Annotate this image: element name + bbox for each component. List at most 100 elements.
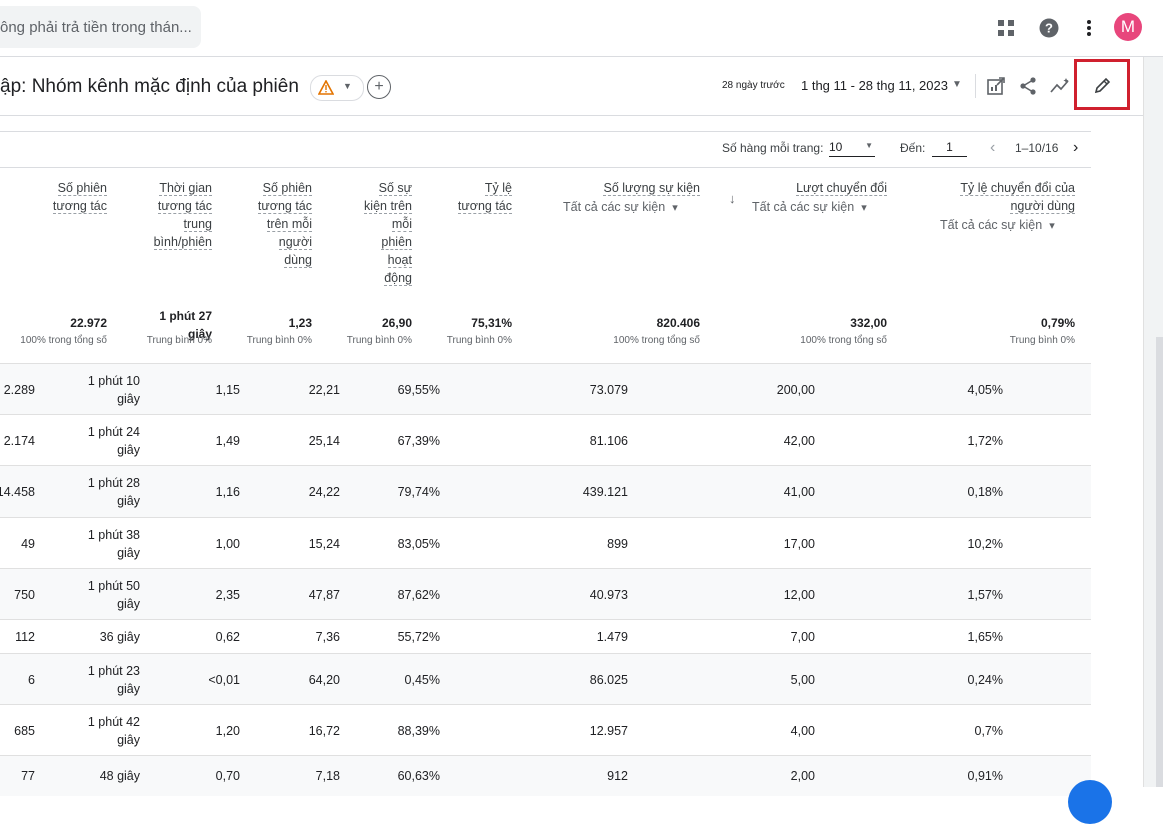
total-value: 26,90 bbox=[381, 316, 412, 330]
table-cell: 83,05% bbox=[397, 537, 440, 551]
column-header[interactable]: Tỷ lệ tương tác bbox=[457, 179, 512, 215]
table-row[interactable]: 6 1 phút 23 giây <0,01 64,20 0,45% 86.025 5,00 0… bbox=[0, 653, 1091, 705]
date-dropdown-icon[interactable]: ▼ bbox=[952, 79, 962, 90]
event-filter-dropdown[interactable]: Tất cả các sự kiện ▾ bbox=[563, 200, 678, 214]
table-cell: 87,62% bbox=[397, 588, 440, 602]
column-header[interactable]: Số lượng sự kiện bbox=[603, 179, 700, 197]
page-title: ập: Nhóm kênh mặc định của phiên bbox=[0, 76, 299, 97]
column-header-label: trên mỗi bbox=[266, 217, 312, 232]
scrollbar[interactable] bbox=[1156, 337, 1163, 787]
table-cell: 36 giây bbox=[99, 630, 140, 644]
table-cell: 22,21 bbox=[308, 383, 340, 397]
table-cell: 1 phút 38 giây bbox=[87, 528, 140, 560]
table-cell: 2,00 bbox=[790, 769, 815, 783]
table-cell: 12.957 bbox=[589, 724, 628, 738]
chevron-down-icon: ▾ bbox=[1046, 220, 1055, 232]
table-cell: 4,05% bbox=[967, 383, 1003, 397]
table-cell: 685 bbox=[14, 724, 35, 738]
table-cell: 47,87 bbox=[308, 588, 340, 602]
table-cell: 1,57% bbox=[967, 588, 1003, 602]
table-cell: 81.106 bbox=[589, 434, 628, 448]
column-header-label: Số sự bbox=[378, 181, 412, 196]
table-cell: 439.121 bbox=[582, 485, 628, 499]
avatar[interactable]: M bbox=[1114, 13, 1142, 41]
customize-report-icon[interactable] bbox=[983, 73, 1009, 99]
total-value: 22.972 bbox=[70, 316, 107, 330]
chevron-down-icon: ▾ bbox=[858, 202, 867, 214]
table-cell: 899 bbox=[607, 537, 628, 551]
sort-desc-icon[interactable]: ↓ bbox=[729, 191, 736, 206]
goto-page-input[interactable]: 1 bbox=[932, 140, 967, 157]
table-row[interactable]: 685 1 phút 42 giây 1,20 16,72 88,39% 12.957 4,0… bbox=[0, 704, 1091, 756]
table-row[interactable]: 750 1 phút 50 giây 2,35 47,87 87,62% 40.973 12,… bbox=[0, 568, 1091, 620]
table-cell: 0,91% bbox=[967, 769, 1003, 783]
table-cell: 49 bbox=[21, 537, 35, 551]
column-header[interactable]: Số sự kiện trên mỗi phiên hoạt động bbox=[364, 179, 412, 287]
prev-page-icon[interactable]: ‹ bbox=[990, 139, 995, 157]
table-cell: 77 bbox=[21, 769, 35, 783]
table-cell: 48 giây bbox=[99, 769, 140, 783]
column-header[interactable]: Số phiên tương tác bbox=[52, 179, 107, 215]
column-header-label: tương tác bbox=[52, 199, 107, 214]
table-row[interactable]: 2.289 1 phút 10 giây 1,15 22,21 69,55% 73.079 2… bbox=[0, 363, 1091, 415]
table-cell: 1 phút 24 giây bbox=[87, 425, 140, 457]
table-cell: 0,62 bbox=[215, 630, 240, 644]
column-header-label: Số lượng sự kiện bbox=[603, 181, 700, 196]
event-filter-dropdown[interactable]: Tất cả các sự kiện ▾ bbox=[940, 218, 1055, 232]
header-divider bbox=[0, 167, 1091, 168]
column-header[interactable]: Lượt chuyển đổi bbox=[796, 179, 887, 197]
total-value: 0,79% bbox=[1040, 316, 1075, 330]
svg-text:?: ? bbox=[1045, 21, 1053, 36]
column-header[interactable]: Tỷ lệ chuyển đổi của người dùng bbox=[960, 179, 1075, 215]
table-cell: 0,45% bbox=[404, 673, 440, 687]
share-icon[interactable] bbox=[1015, 73, 1041, 99]
table-cell: 15,24 bbox=[308, 537, 340, 551]
apps-grid-icon[interactable] bbox=[992, 14, 1020, 42]
rows-per-page-select[interactable]: 10 ▼ bbox=[829, 140, 875, 157]
column-header-label: kiện trên bbox=[364, 199, 412, 214]
table-cell: 69,55% bbox=[397, 383, 440, 397]
column-header-label: người dùng bbox=[1010, 199, 1075, 214]
table-row[interactable]: 49 1 phút 38 giây 1,00 15,24 83,05% 899 17,00 10… bbox=[0, 517, 1091, 569]
help-icon[interactable]: ? bbox=[1035, 14, 1063, 42]
table-row[interactable]: 2.174 1 phút 24 giây 1,49 25,14 67,39% 81.106 4… bbox=[0, 414, 1091, 466]
table-cell: 2.174 bbox=[3, 434, 35, 448]
insights-icon[interactable] bbox=[1047, 73, 1073, 99]
search-box[interactable]: ông phải trả tiền trong thán... bbox=[0, 6, 201, 48]
event-filter-dropdown[interactable]: Tất cả các sự kiện ▾ bbox=[752, 200, 867, 214]
column-header[interactable]: Số phiên tương tác trên mỗi người dùng bbox=[257, 179, 312, 269]
add-comparison-button[interactable]: + bbox=[367, 75, 391, 99]
table-cell: 86.025 bbox=[589, 673, 628, 687]
chevron-down-icon: ▾ bbox=[669, 202, 678, 214]
rows-per-page-value: 10 bbox=[829, 140, 843, 154]
table-cell: 1,49 bbox=[215, 434, 240, 448]
total-value: 820.406 bbox=[656, 316, 700, 330]
column-header-label: hoạt bbox=[387, 253, 412, 268]
more-vert-icon[interactable] bbox=[1075, 14, 1103, 42]
column-header-label: Lượt chuyển đổi bbox=[796, 181, 887, 196]
table-cell: 55,72% bbox=[397, 630, 440, 644]
warning-chip[interactable]: ▼ bbox=[310, 75, 364, 101]
column-header-label: Thời gian bbox=[159, 181, 212, 196]
date-prefix: 28 ngày trước bbox=[722, 80, 785, 91]
date-range-picker[interactable]: 1 thg 11 - 28 thg 11, 2023 bbox=[801, 78, 948, 93]
top-bar: ông phải trả tiền trong thán... ? M bbox=[0, 0, 1163, 57]
event-filter-label: Tất cả các sự kiện bbox=[752, 200, 855, 214]
table-cell: 0,70 bbox=[215, 769, 240, 783]
table-cell: 10,2% bbox=[967, 537, 1003, 551]
next-page-icon[interactable]: › bbox=[1073, 139, 1078, 157]
column-header-label: động bbox=[384, 271, 412, 286]
table-row[interactable]: 112 36 giây 0,62 7,36 55,72% 1.479 7,00 1,65% bbox=[0, 619, 1091, 654]
table-cell: 40.973 bbox=[589, 588, 628, 602]
total-caption: Trung bình 0% bbox=[146, 335, 212, 346]
table-row[interactable]: 77 48 giây 0,70 7,18 60,63% 912 2,00 0,91% bbox=[0, 755, 1091, 796]
total-caption: Trung bình 0% bbox=[246, 335, 312, 346]
table-cell: 5,00 bbox=[790, 673, 815, 687]
table-row[interactable]: 14.458 1 phút 28 giây 1,16 24,22 79,74% 439.12… bbox=[0, 465, 1091, 518]
table-cell: 112 bbox=[15, 630, 35, 644]
column-header-label: tương tác bbox=[257, 199, 312, 214]
table-cell: 4,00 bbox=[790, 724, 815, 738]
table-cell: 64,20 bbox=[308, 673, 340, 687]
column-header[interactable]: Thời gian tương tác trung bình/phiên bbox=[153, 179, 212, 251]
total-value: 1,23 bbox=[288, 316, 312, 330]
